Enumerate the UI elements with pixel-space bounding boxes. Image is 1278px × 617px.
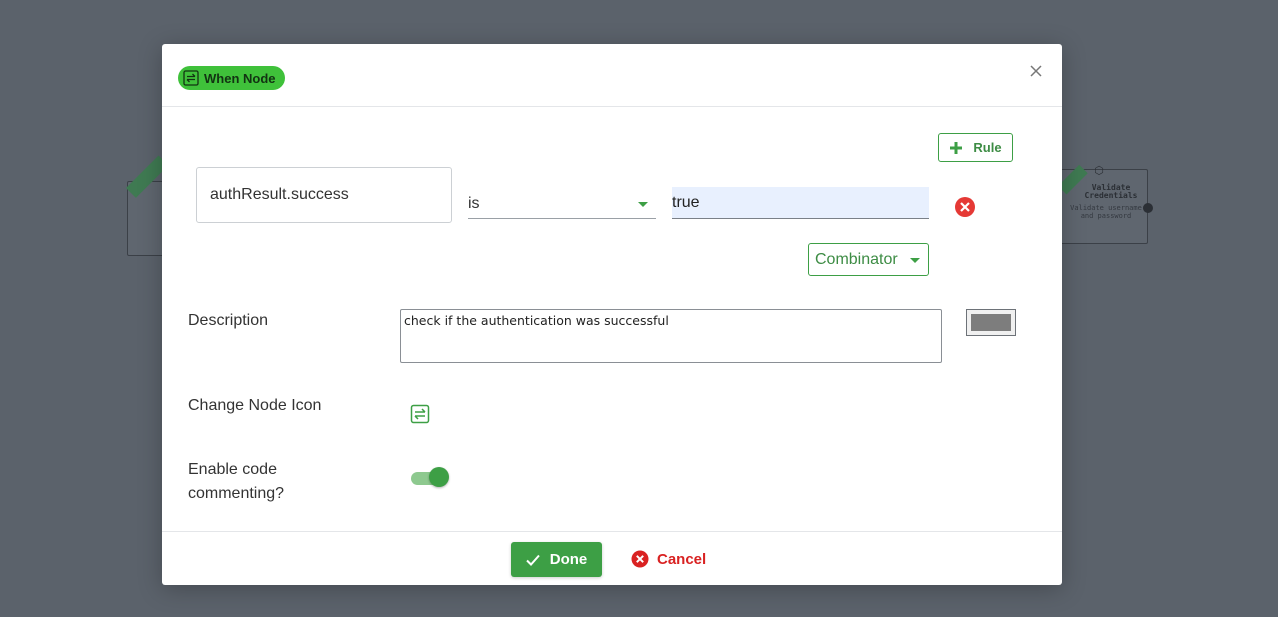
description-textarea[interactable]: check if the authentication was successf… [400,309,942,363]
validate-credentials-node: ⬡ Validate Credentials Validate username… [1055,164,1153,244]
done-label: Done [549,551,588,568]
code-hex-icon: ⬡ [1094,164,1104,177]
cancel-button[interactable]: Cancel [631,549,706,569]
toggle-knob [429,467,449,487]
change-node-icon-label: Change Node Icon [188,397,322,414]
color-swatch-fill [971,314,1011,331]
close-icon [1030,65,1042,77]
node-title: Validate Credentials [1084,183,1138,200]
rule-field-input[interactable]: authResult.success [196,167,452,223]
combinator-select[interactable]: Combinator [808,243,929,276]
operator-value: is [468,195,480,212]
done-button[interactable]: Done [511,542,602,577]
chevron-down-icon [910,258,920,263]
rule-value-input[interactable] [672,187,929,219]
code-commenting-label: Enable code commenting? [188,461,285,502]
chevron-down-icon [638,202,648,207]
node-type-label: When Node [204,70,276,86]
node-description: Validate username and password [1070,204,1142,220]
cancel-label: Cancel [657,550,707,568]
remove-rule-icon[interactable] [954,196,976,218]
swap-arrows-icon[interactable] [410,404,430,424]
dialog-footer: Done Cancel [162,531,1062,585]
when-node-dialog: When Node Rule authResult.success is Com… [162,44,1062,585]
swap-arrows-icon [183,70,199,86]
add-rule-button[interactable]: Rule [938,133,1013,162]
plus-icon [950,141,963,154]
add-rule-label: Rule [973,140,1002,155]
rule-operator-select[interactable]: is [468,187,656,219]
node-output-port [1143,203,1153,213]
color-picker[interactable] [966,309,1016,336]
cancel-circle-icon [631,550,649,568]
description-label: Description [188,312,269,329]
node-type-badge: When Node [178,66,285,90]
close-button[interactable] [1026,61,1046,81]
dialog-header: When Node [162,44,1062,107]
combinator-label: Combinator [815,250,898,268]
checkmark-icon [526,554,540,566]
code-commenting-toggle[interactable] [411,467,451,489]
